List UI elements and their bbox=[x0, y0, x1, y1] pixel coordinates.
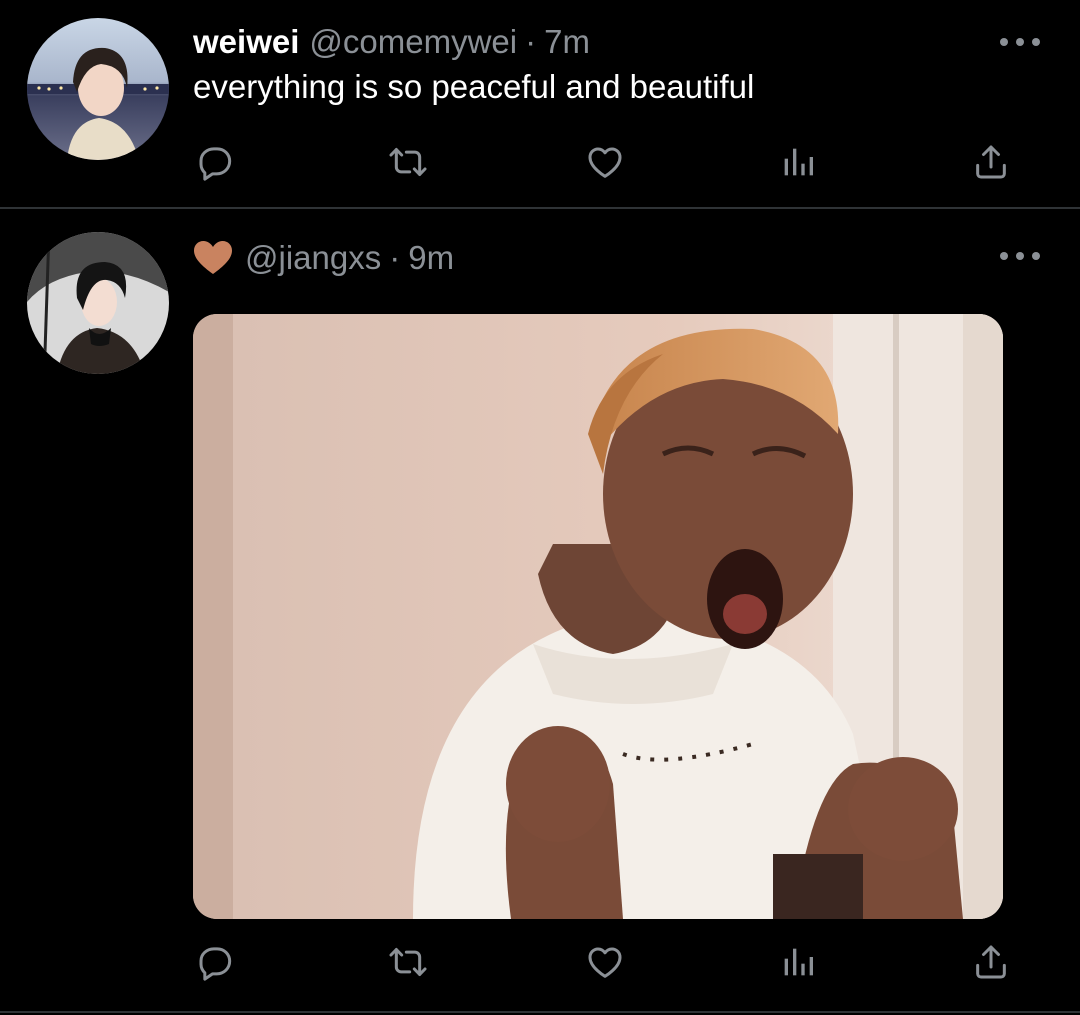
timestamp[interactable]: 7m bbox=[544, 23, 590, 61]
more-dot bbox=[1000, 252, 1008, 260]
views-icon[interactable] bbox=[776, 140, 820, 184]
user-handle[interactable]: @comemywei bbox=[309, 23, 517, 61]
tweet-header: weiwei @comemywei · 7m bbox=[193, 20, 590, 64]
user-avatar[interactable] bbox=[27, 18, 169, 160]
separator-dot: · bbox=[525, 23, 537, 60]
views-icon[interactable] bbox=[776, 940, 820, 984]
more-options-icon[interactable] bbox=[1000, 250, 1040, 262]
like-icon[interactable] bbox=[583, 940, 627, 984]
more-dot bbox=[1016, 38, 1024, 46]
reply-icon[interactable] bbox=[193, 940, 237, 984]
retweet-icon[interactable] bbox=[386, 940, 430, 984]
share-icon[interactable] bbox=[969, 140, 1013, 184]
more-dot bbox=[1032, 38, 1040, 46]
tweet-actions bbox=[193, 140, 1013, 188]
separator-dot: · bbox=[389, 239, 401, 276]
more-dot bbox=[1032, 252, 1040, 260]
retweet-icon[interactable] bbox=[386, 140, 430, 184]
reply-icon[interactable] bbox=[193, 140, 237, 184]
timestamp[interactable]: 9m bbox=[408, 239, 454, 277]
user-handle[interactable]: @jiangxs bbox=[245, 239, 381, 277]
user-avatar[interactable] bbox=[27, 232, 169, 374]
tweet-header: @jiangxs · 9m bbox=[193, 236, 454, 280]
more-dot bbox=[1000, 38, 1008, 46]
tweet-divider bbox=[0, 207, 1080, 209]
more-options-icon[interactable] bbox=[1000, 36, 1040, 48]
like-icon[interactable] bbox=[583, 140, 627, 184]
tweet[interactable]: weiwei @comemywei · 7m everything is so … bbox=[0, 0, 1080, 208]
tweet-divider bbox=[0, 1011, 1080, 1013]
timeline-feed: weiwei @comemywei · 7m everything is so … bbox=[0, 0, 1080, 1015]
tweet-media-photo[interactable] bbox=[193, 314, 1003, 919]
display-name[interactable]: weiwei bbox=[193, 23, 299, 61]
tweet-text: everything is so peaceful and beautiful bbox=[193, 68, 755, 105]
tweet[interactable]: @jiangxs · 9m bbox=[0, 210, 1080, 1015]
share-icon[interactable] bbox=[969, 940, 1013, 984]
more-dot bbox=[1016, 252, 1024, 260]
tweet-actions bbox=[193, 940, 1013, 988]
brown-heart-emoji-icon bbox=[193, 240, 233, 276]
